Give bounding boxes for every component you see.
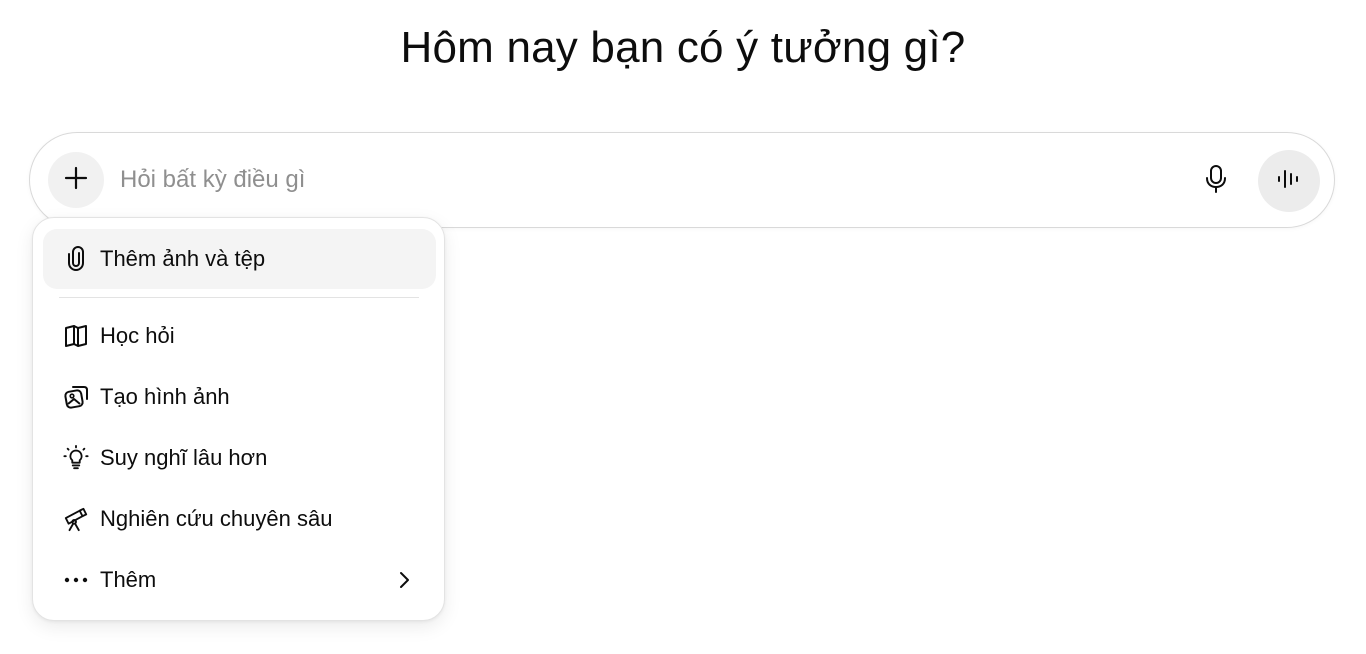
menu-item-deep-research[interactable]: Nghiên cứu chuyên sâu — [43, 489, 436, 549]
open-book-icon — [63, 323, 89, 349]
dictate-button[interactable] — [1196, 161, 1236, 201]
telescope-icon — [63, 506, 89, 532]
menu-item-label: Nghiên cứu chuyên sâu — [100, 506, 333, 531]
menu-item-label: Thêm — [100, 567, 157, 592]
page: Hôm nay bạn có ý tưởng gì? Hỏi bất kỳ đi… — [0, 0, 1366, 654]
plus-menu: Thêm ảnh và tệp Học hỏi Tạo hình ảnh Suy… — [32, 217, 445, 621]
microphone-icon — [1203, 164, 1229, 199]
menu-item-label: Thêm ảnh và tệp — [100, 246, 266, 271]
prompt-composer — [29, 132, 1335, 228]
add-attachment-button[interactable] — [48, 152, 104, 208]
chevron-right-icon — [392, 568, 416, 592]
menu-item-label: Học hỏi — [100, 323, 175, 348]
more-dots-icon — [63, 567, 89, 593]
lightbulb-icon — [63, 445, 89, 471]
plus-icon — [63, 165, 89, 196]
voice-mode-button[interactable] — [1258, 150, 1320, 212]
menu-item-more[interactable]: Thêm — [43, 550, 436, 610]
menu-item-study[interactable]: Học hỏi — [43, 306, 436, 366]
paperclip-icon — [63, 246, 89, 272]
menu-item-label: Tạo hình ảnh — [100, 384, 230, 409]
menu-divider — [59, 297, 419, 298]
menu-item-add-photos-files[interactable]: Thêm ảnh và tệp — [43, 229, 436, 289]
menu-item-label: Suy nghĩ lâu hơn — [100, 445, 268, 470]
menu-item-think-longer[interactable]: Suy nghĩ lâu hơn — [43, 428, 436, 488]
voice-waveform-icon — [1276, 168, 1302, 195]
prompt-input[interactable] — [120, 161, 1180, 199]
page-title: Hôm nay bạn có ý tưởng gì? — [400, 23, 966, 72]
image-stack-icon — [63, 384, 89, 410]
menu-item-create-image[interactable]: Tạo hình ảnh — [43, 367, 436, 427]
